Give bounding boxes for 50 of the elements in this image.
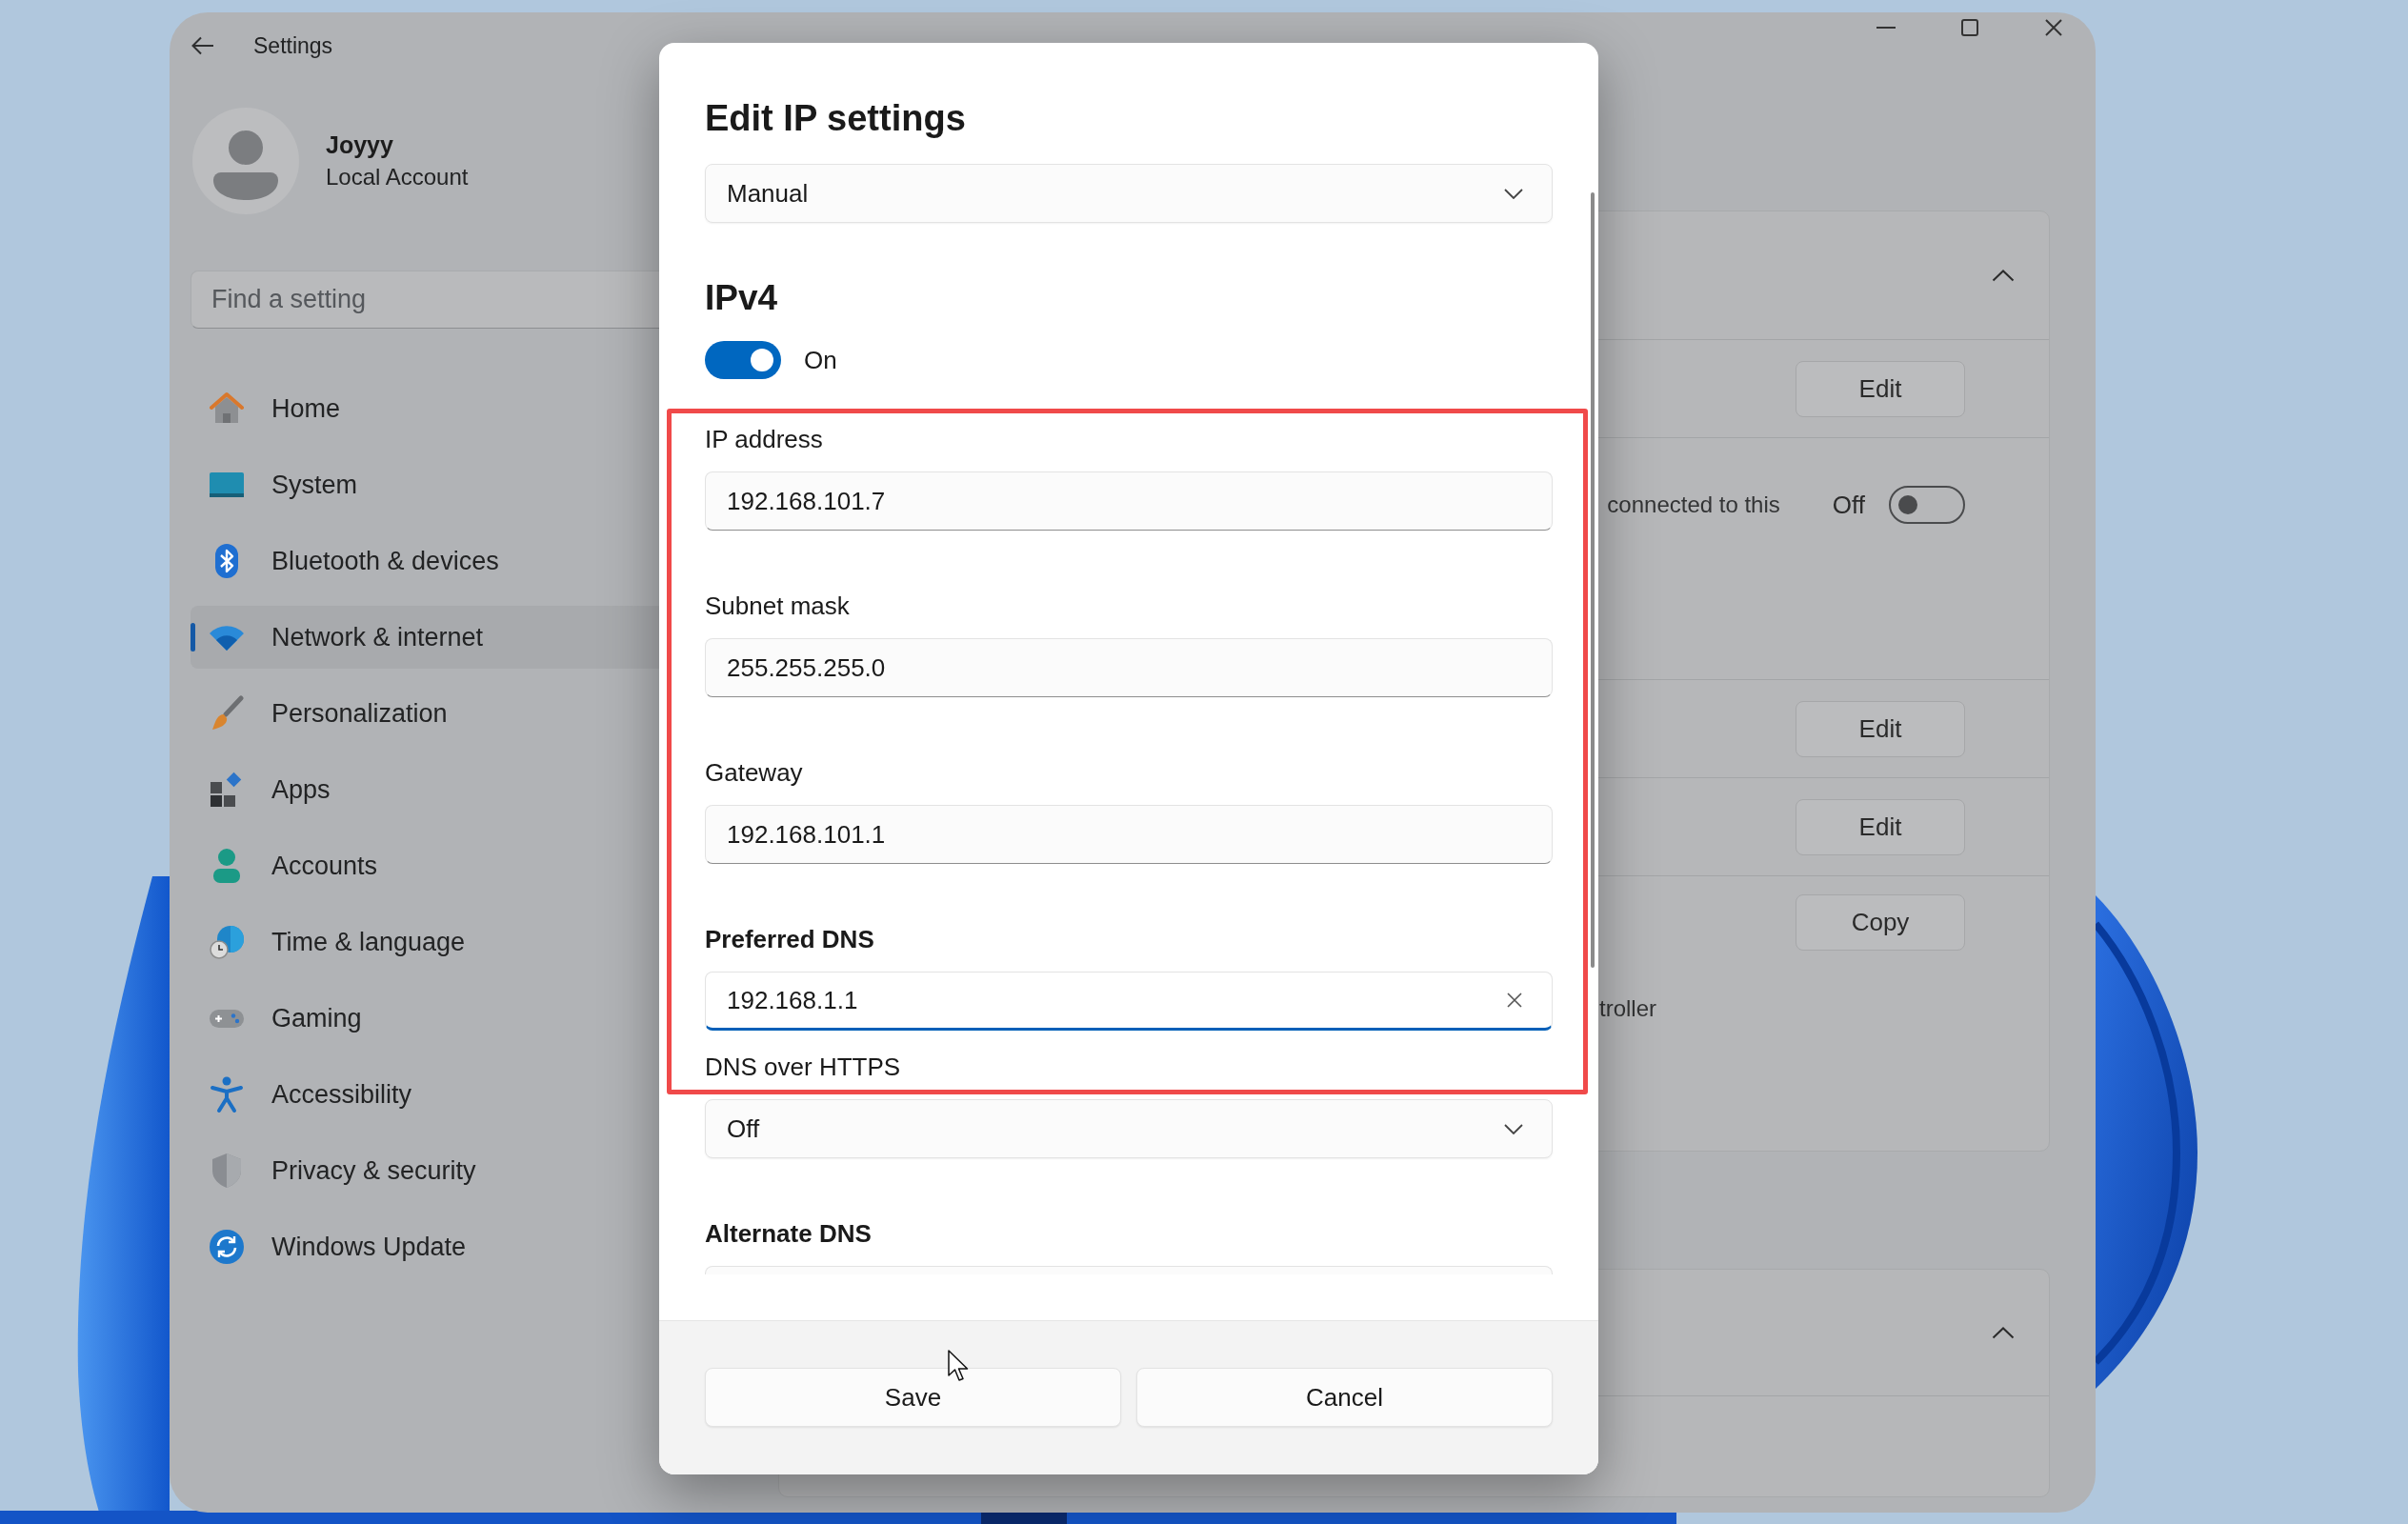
chevron-up-icon[interactable] bbox=[1992, 1326, 2015, 1339]
dropdown[interactable]: Off bbox=[705, 1099, 1553, 1158]
arrow-left-icon bbox=[191, 36, 214, 55]
dialog-button[interactable]: Save bbox=[705, 1368, 1121, 1427]
account-type: Local Account bbox=[326, 163, 469, 191]
action-button[interactable]: Edit bbox=[1796, 360, 1965, 417]
accessibility-icon bbox=[208, 1075, 246, 1113]
input-field[interactable]: 255.255.255.0 bbox=[705, 638, 1553, 697]
window-title: Settings bbox=[253, 31, 333, 60]
globe-clock-icon bbox=[208, 923, 246, 961]
nav-item[interactable]: Apps bbox=[191, 758, 667, 821]
selection-indicator bbox=[191, 623, 195, 652]
nav-item[interactable]: Accounts bbox=[191, 834, 667, 897]
dialog-button[interactable]: Cancel bbox=[1136, 1368, 1553, 1427]
field-label: DNS over HTTPS bbox=[705, 1052, 902, 1083]
action-button[interactable]: Edit bbox=[1796, 798, 1965, 855]
close-icon bbox=[1507, 993, 1522, 1008]
mouse-pointer-icon bbox=[948, 1350, 969, 1382]
toggle-state-label: Off bbox=[1832, 489, 1865, 521]
sync-icon bbox=[208, 1228, 246, 1266]
profile-name: Joyyy bbox=[326, 130, 394, 160]
field-label: Preferred DNS bbox=[705, 924, 875, 955]
close-icon bbox=[2045, 19, 2062, 36]
section-heading: IPv4 bbox=[705, 277, 779, 319]
scrollbar[interactable] bbox=[1591, 192, 1595, 968]
nav-item[interactable]: Accessibility bbox=[191, 1063, 667, 1126]
dialog-title: Edit IP settings bbox=[705, 97, 967, 140]
chevron-up-icon[interactable] bbox=[1992, 269, 2015, 282]
user-avatar-icon bbox=[192, 108, 299, 214]
nav-item[interactable]: Personalization bbox=[191, 682, 667, 745]
chevron-down-icon bbox=[1504, 1123, 1523, 1134]
property-text: troller bbox=[1599, 994, 1656, 1023]
field-label: Alternate DNS bbox=[705, 1218, 873, 1250]
maximize-icon bbox=[1961, 19, 1978, 36]
nav-item[interactable]: Home bbox=[191, 377, 667, 440]
action-button[interactable]: Edit bbox=[1796, 700, 1965, 757]
toggle-switch[interactable] bbox=[705, 341, 781, 379]
action-button[interactable]: Copy bbox=[1796, 894, 1965, 951]
setting-description: connected to this bbox=[1607, 491, 1780, 519]
toggle-state-label: On bbox=[804, 344, 837, 376]
field-label: IP address bbox=[705, 424, 824, 455]
field-label: Gateway bbox=[705, 757, 804, 789]
input-field[interactable]: 192.168.101.1 bbox=[705, 805, 1553, 864]
input-field[interactable]: 192.168.101.7 bbox=[705, 471, 1553, 531]
minimize-icon bbox=[1876, 27, 1896, 29]
field-label: Subnet mask bbox=[705, 591, 851, 622]
toggle-switch[interactable] bbox=[1889, 486, 1965, 524]
chevron-down-icon bbox=[1504, 188, 1523, 199]
input-field[interactable]: 192.168.1.1 bbox=[705, 972, 1553, 1031]
dropdown[interactable]: Manual bbox=[705, 164, 1553, 223]
